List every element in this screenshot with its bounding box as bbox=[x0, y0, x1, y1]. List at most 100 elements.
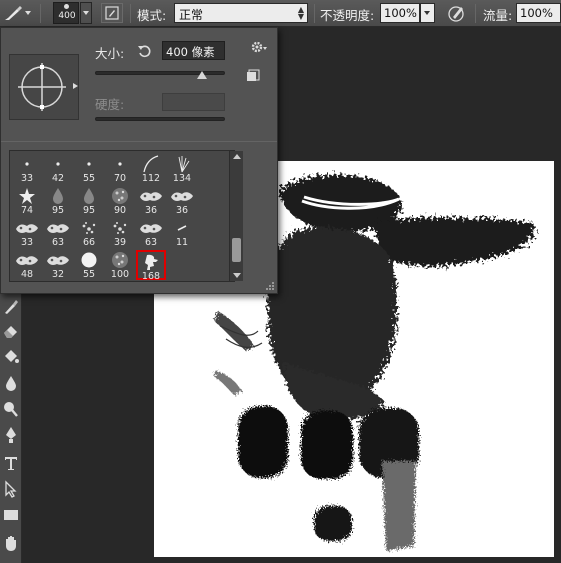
brush-preset-134[interactable]: 134 bbox=[167, 154, 197, 184]
scroll-up-arrow-icon[interactable] bbox=[233, 154, 241, 159]
brush-preset-55[interactable]: 55 bbox=[74, 154, 104, 184]
eraser-tool[interactable] bbox=[2, 322, 20, 340]
blend-mode-select[interactable]: 正常 ▲ ▼ bbox=[174, 3, 308, 23]
chalk-icon bbox=[12, 219, 42, 237]
brush-preset-95[interactable]: 95 bbox=[43, 186, 73, 216]
brush-preset-size: 42 bbox=[51, 173, 65, 184]
brush-preset-size: 36 bbox=[144, 205, 158, 216]
opacity-slider-dropdown[interactable] bbox=[420, 3, 435, 23]
flow-label: 流量: bbox=[483, 8, 513, 23]
brush-preset-100[interactable]: 100 bbox=[105, 250, 135, 280]
toolbar-divider bbox=[475, 4, 476, 23]
chalk-icon bbox=[12, 251, 42, 269]
hand-tool[interactable] bbox=[2, 534, 20, 552]
eraser-icon bbox=[4, 326, 17, 338]
brush-preset-11[interactable]: 11 bbox=[167, 218, 197, 248]
chevron-down-icon bbox=[25, 11, 31, 15]
brush-preset-picker[interactable]: 400 bbox=[53, 2, 79, 24]
brush-preset-36[interactable]: 36 bbox=[136, 186, 166, 216]
brush-preset-48[interactable]: 48 bbox=[12, 250, 42, 280]
size-slider-thumb[interactable] bbox=[196, 71, 207, 79]
brush-preset-74[interactable]: 74 bbox=[12, 186, 42, 216]
brush-preset-dropdown[interactable] bbox=[80, 2, 92, 24]
curve-stroke-icon bbox=[136, 155, 166, 173]
tools-panel bbox=[0, 292, 22, 563]
preset-scrollbar[interactable] bbox=[229, 151, 243, 281]
chalk-icon bbox=[136, 187, 166, 205]
brush-preset-33[interactable]: 33 bbox=[12, 218, 42, 248]
brush-preset-36[interactable]: 36 bbox=[167, 186, 197, 216]
brush-preset-size: 48 bbox=[20, 269, 34, 280]
flow-input[interactable]: 100% bbox=[516, 3, 561, 23]
brush-preset-size: 100 bbox=[110, 269, 130, 280]
new-preset-icon[interactable] bbox=[246, 69, 260, 83]
brush-preset-size: 33 bbox=[20, 237, 34, 248]
dodge-icon bbox=[4, 402, 18, 417]
brush-size-readout: 400 bbox=[58, 11, 76, 21]
brush-preset-size: 66 bbox=[82, 237, 96, 248]
scrollbar-thumb[interactable] bbox=[232, 238, 241, 262]
brush-preset-95[interactable]: 95 bbox=[74, 186, 104, 216]
chalk-icon bbox=[167, 187, 197, 205]
brush-preset-112[interactable]: 112 bbox=[136, 154, 166, 184]
texture-ball-icon bbox=[105, 251, 135, 269]
brush-angle-preview[interactable] bbox=[9, 54, 79, 120]
scroll-down-arrow-icon[interactable] bbox=[233, 273, 241, 278]
chalk-icon bbox=[43, 219, 73, 237]
brush-preset-90[interactable]: 90 bbox=[105, 186, 135, 216]
brush-preset-size: 95 bbox=[51, 205, 65, 216]
pen-tool[interactable] bbox=[2, 426, 20, 444]
soft-dot-small-icon bbox=[12, 155, 42, 173]
brush-preset-size: 70 bbox=[113, 173, 127, 184]
brush-preset-168[interactable]: 168 bbox=[136, 250, 166, 282]
brush-preset-grid: 33 42 55 70 112 134 74 95 95 90 36 36 33 63 66 39 63 11 48… bbox=[9, 150, 243, 282]
hard-round-icon bbox=[74, 251, 104, 269]
brush-preset-70[interactable]: 70 bbox=[105, 154, 135, 184]
brush-preset-39[interactable]: 39 bbox=[105, 218, 135, 248]
history-brush-tool[interactable] bbox=[2, 298, 20, 316]
soft-dot-small-icon bbox=[105, 155, 135, 173]
history-brush-icon bbox=[5, 300, 18, 314]
soft-dot-small-icon bbox=[74, 155, 104, 173]
brush-preset-63[interactable]: 63 bbox=[136, 218, 166, 248]
size-input[interactable]: 400 像素 bbox=[162, 41, 225, 60]
toggle-brush-panel-button[interactable] bbox=[101, 3, 123, 23]
paint-bucket-tool[interactable] bbox=[2, 348, 20, 366]
reset-size-button[interactable] bbox=[137, 43, 153, 59]
hardness-label: 硬度: bbox=[95, 97, 125, 112]
rectangle-tool[interactable] bbox=[2, 506, 20, 524]
brush-tool-icon bbox=[5, 6, 22, 20]
brush-preset-32[interactable]: 32 bbox=[43, 250, 73, 280]
brush-preset-size: 32 bbox=[51, 269, 65, 280]
toolbar-divider bbox=[130, 4, 131, 23]
reset-arrow-icon bbox=[138, 45, 151, 58]
opacity-input[interactable]: 100% bbox=[380, 3, 420, 23]
brush-preset-66[interactable]: 66 bbox=[74, 218, 104, 248]
brush-tool-preset-picker[interactable] bbox=[2, 2, 32, 24]
paint-bucket-icon bbox=[5, 350, 19, 363]
blur-tool[interactable] bbox=[2, 374, 20, 392]
gear-icon[interactable] bbox=[250, 40, 268, 54]
brush-preset-size: 112 bbox=[141, 173, 161, 184]
resize-grip-icon[interactable] bbox=[265, 280, 275, 290]
brush-preset-size: 55 bbox=[82, 269, 96, 280]
spatter-icon bbox=[105, 219, 135, 237]
pressure-opacity-button[interactable] bbox=[446, 3, 468, 23]
drop-icon bbox=[43, 187, 73, 205]
soft-dot-small-icon bbox=[43, 155, 73, 173]
rectangle-icon bbox=[4, 510, 18, 520]
brush-preset-63[interactable]: 63 bbox=[43, 218, 73, 248]
brush-preset-55[interactable]: 55 bbox=[74, 250, 104, 280]
dodge-tool[interactable] bbox=[2, 400, 20, 418]
brush-panel-icon bbox=[105, 6, 119, 20]
angle-handle-icon[interactable] bbox=[73, 83, 78, 89]
brush-preset-size: 36 bbox=[175, 205, 189, 216]
brush-preset-popup: 大小: 400 像素 硬度: 33 42 55 70 112 134 74 95 95 90 36 3… bbox=[0, 27, 278, 294]
brush-preset-size: 63 bbox=[144, 237, 158, 248]
brush-preset-33[interactable]: 33 bbox=[12, 154, 42, 184]
brush-preset-size: 63 bbox=[51, 237, 65, 248]
type-tool[interactable] bbox=[2, 454, 20, 472]
drop-icon bbox=[74, 187, 104, 205]
path-selection-tool[interactable] bbox=[2, 480, 20, 498]
brush-preset-42[interactable]: 42 bbox=[43, 154, 73, 184]
